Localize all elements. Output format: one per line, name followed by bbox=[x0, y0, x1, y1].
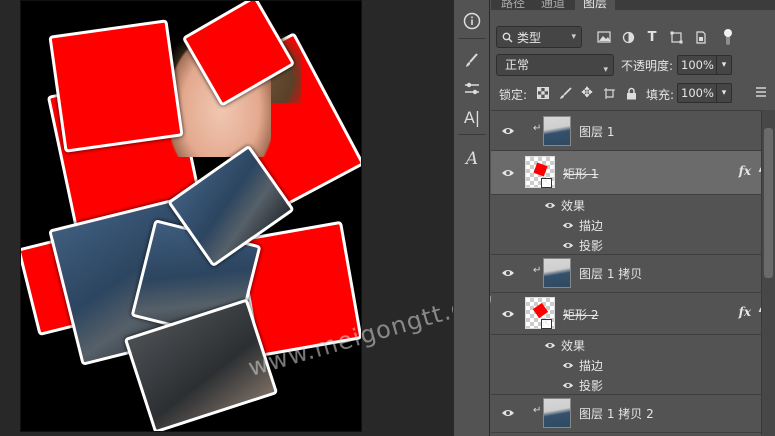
clip-arrow-icon: ↵ bbox=[533, 265, 542, 276]
layer-name[interactable]: 矩形 2 bbox=[563, 306, 598, 323]
eye-icon[interactable] bbox=[501, 166, 515, 180]
chevron-down-icon: ▾ bbox=[603, 65, 608, 75]
lock-label: 锁定: bbox=[499, 88, 528, 102]
fill-label: 填充: bbox=[646, 88, 675, 102]
layers-panel: 路径 通道 图层 类型 ▾ T 正常 ▾ 不透明度: 100% ▾ 锁定: ✥ … bbox=[491, 0, 775, 436]
eye-icon[interactable] bbox=[543, 338, 557, 352]
layer-list-scrollbar[interactable] bbox=[761, 110, 775, 436]
lock-artboard-icon[interactable] bbox=[601, 85, 617, 101]
eye-icon[interactable] bbox=[501, 406, 515, 420]
lock-paint-icon[interactable] bbox=[557, 85, 573, 101]
tab-channels[interactable]: 通道 bbox=[541, 0, 565, 10]
clip-arrow-icon: ↵ bbox=[533, 405, 542, 416]
effect-stroke-row[interactable]: 描边 bbox=[491, 355, 761, 375]
effect-shadow-row[interactable]: 投影 bbox=[491, 235, 761, 255]
layer-filter-row: 类型 ▾ T bbox=[491, 26, 775, 50]
filter-toggle-icon[interactable] bbox=[719, 28, 737, 46]
fx-icon[interactable]: fx bbox=[739, 164, 751, 178]
search-icon bbox=[502, 32, 513, 43]
panel-menu-icon[interactable] bbox=[755, 86, 767, 98]
eye-icon[interactable] bbox=[501, 124, 515, 138]
info-icon[interactable] bbox=[460, 10, 484, 32]
effects-label: 效果 bbox=[561, 339, 586, 353]
layer-row-layer1[interactable]: ↵ 图层 1 bbox=[491, 111, 761, 151]
effect-shadow-label: 投影 bbox=[579, 379, 604, 393]
opacity-input[interactable]: 100% bbox=[677, 55, 718, 75]
tab-layers[interactable]: 图层 bbox=[575, 0, 616, 10]
filter-pixel-icon[interactable] bbox=[595, 28, 613, 46]
glyph-icon[interactable]: A bbox=[460, 148, 484, 170]
eye-icon[interactable] bbox=[543, 198, 557, 212]
opacity-dropdown[interactable]: ▾ bbox=[716, 55, 732, 75]
effect-shadow-label: 投影 bbox=[579, 239, 604, 253]
filter-kind-label: 类型 bbox=[517, 30, 542, 45]
document-canvas[interactable] bbox=[20, 0, 362, 432]
chevron-down-icon: ▾ bbox=[571, 32, 576, 42]
eye-icon[interactable] bbox=[561, 218, 575, 232]
blend-mode-value: 正常 bbox=[505, 58, 530, 72]
adjustments-icon[interactable] bbox=[460, 78, 484, 100]
filter-adjustment-icon[interactable] bbox=[619, 28, 637, 46]
eye-icon[interactable] bbox=[501, 266, 515, 280]
layer-row-rect2[interactable]: ⇱ 矩形 2 fx ▴ bbox=[491, 293, 763, 335]
scrollbar-thumb[interactable] bbox=[764, 128, 773, 278]
layer-name[interactable]: 图层 1 bbox=[579, 123, 614, 140]
eye-icon[interactable] bbox=[561, 358, 575, 372]
layer-thumbnail bbox=[543, 116, 571, 146]
filter-shape-icon[interactable] bbox=[667, 28, 685, 46]
red-card-top bbox=[48, 19, 184, 153]
effects-row: 效果 bbox=[491, 195, 761, 215]
layer-name[interactable]: 图层 1 拷贝 bbox=[579, 265, 642, 282]
lock-row: 锁定: ✥ 填充: 100% ▾ bbox=[491, 82, 775, 106]
effects-label: 效果 bbox=[561, 199, 586, 213]
panel-tool-column: A| A bbox=[453, 0, 490, 436]
effect-stroke-row[interactable]: 描边 bbox=[491, 215, 761, 235]
tab-paths[interactable]: 路径 bbox=[501, 0, 525, 10]
lock-transparent-icon[interactable] bbox=[535, 85, 551, 101]
layer-row-rect1[interactable]: ⇱ 矩形 1 fx ▴ bbox=[491, 151, 763, 195]
opacity-label: 不透明度: bbox=[621, 59, 674, 73]
brush-settings-icon[interactable] bbox=[460, 50, 484, 72]
eye-icon[interactable] bbox=[501, 307, 515, 321]
layer-row-layer1-copy2[interactable]: ↵ 图层 1 拷贝 2 bbox=[491, 393, 761, 433]
layer-thumbnail bbox=[543, 258, 571, 288]
shape-thumbnail: ⇱ bbox=[525, 297, 555, 329]
effects-row: 效果 bbox=[491, 335, 761, 355]
lock-all-icon[interactable] bbox=[623, 85, 639, 101]
layer-name[interactable]: 图层 1 拷贝 2 bbox=[579, 405, 654, 422]
blend-row: 正常 ▾ 不透明度: 100% ▾ bbox=[491, 54, 775, 78]
filter-smartobject-icon[interactable] bbox=[691, 28, 709, 46]
blend-mode-select[interactable]: 正常 ▾ bbox=[496, 54, 614, 76]
fill-dropdown[interactable]: ▾ bbox=[716, 83, 732, 103]
filter-type-icon[interactable]: T bbox=[643, 28, 661, 46]
eye-icon[interactable] bbox=[561, 378, 575, 392]
lock-move-icon[interactable]: ✥ bbox=[579, 85, 595, 101]
eye-icon[interactable] bbox=[561, 238, 575, 252]
layer-row-layer1-copy[interactable]: ↵ 图层 1 拷贝 bbox=[491, 253, 761, 293]
panel-tab-bar: 路径 通道 图层 bbox=[491, 0, 775, 10]
layer-thumbnail bbox=[543, 398, 571, 428]
effect-stroke-label: 描边 bbox=[579, 219, 604, 233]
clip-arrow-icon: ↵ bbox=[533, 123, 542, 134]
document-workspace[interactable]: www.meigongtt.com bbox=[0, 0, 507, 436]
fx-icon[interactable]: fx bbox=[739, 305, 751, 319]
effect-shadow-row[interactable]: 投影 bbox=[491, 375, 761, 395]
fill-input[interactable]: 100% bbox=[677, 83, 718, 103]
character-icon[interactable]: A| bbox=[460, 106, 484, 128]
filter-kind-select[interactable]: 类型 ▾ bbox=[496, 26, 582, 48]
effect-stroke-label: 描边 bbox=[579, 359, 604, 373]
shape-thumbnail: ⇱ bbox=[525, 156, 555, 188]
layer-name[interactable]: 矩形 1 bbox=[563, 165, 598, 182]
layer-list: ↵ 图层 1 ⇱ 矩形 1 fx ▴ 效果 描边 投影 ↵ 图 bbox=[491, 110, 763, 436]
